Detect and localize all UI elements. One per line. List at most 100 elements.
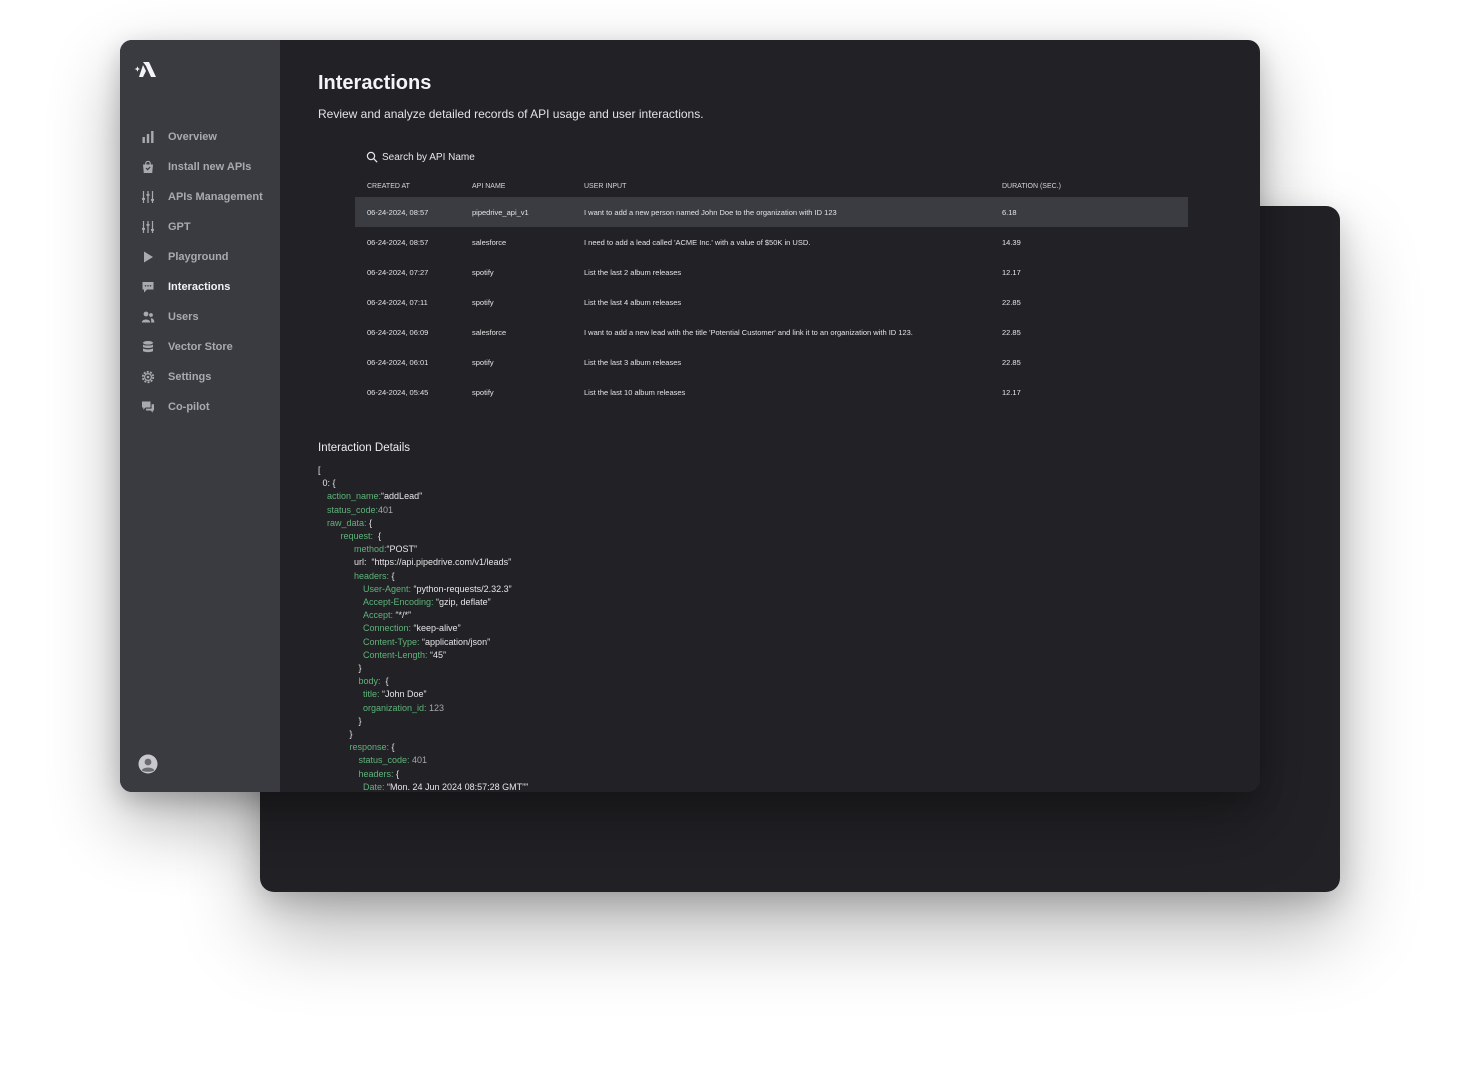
json-value: { (380, 676, 389, 687)
cell-created-at: 06-24-2024, 05:45 (367, 387, 429, 397)
json-value: { (393, 768, 400, 779)
json-value: “POST” (386, 544, 418, 555)
sidebar-item-apis-management[interactable]: APIs Management (120, 182, 280, 212)
table-row[interactable]: 06-24-2024, 06:09 salesforce I want to add… (355, 317, 1188, 347)
sidebar-item-label: Interactions (168, 281, 231, 293)
table-row[interactable]: 06-24-2024, 08:57 pipedrive_api_v1 I want … (355, 197, 1188, 227)
json-value: 123 (426, 702, 445, 713)
cell-user-input: I need to add a lead called 'ACME Inc.' … (584, 237, 811, 247)
json-value: { (373, 531, 382, 542)
json-key: status_code: (327, 504, 379, 515)
cell-user-input: List the last 3 album releases (584, 357, 682, 367)
table-row[interactable]: 06-24-2024, 07:11 spotify List the last 4 … (355, 287, 1188, 317)
json-line: } (318, 715, 528, 728)
sidebar: Overview Install new APIs APIs Management G… (120, 40, 280, 792)
json-line: request: { (318, 530, 528, 543)
json-value: 401 (409, 755, 428, 766)
main-content: Interactions Review and analyze detailed… (280, 40, 1260, 792)
search-icon (366, 151, 378, 163)
cell-duration: 22.85 (1002, 357, 1021, 367)
json-line: Accept-Encoding: “gzip, deflate” (318, 596, 528, 609)
bar-chart-icon (140, 129, 156, 145)
json-key: headers: (354, 570, 390, 581)
header-api-name[interactable]: API NAME (472, 183, 584, 190)
sidebar-item-gpt[interactable]: GPT (120, 212, 280, 242)
json-text: } (358, 663, 362, 674)
json-value: “keep-alive” (411, 623, 461, 634)
database-icon (140, 339, 156, 355)
cell-api-name: salesforce (472, 237, 507, 247)
sliders-icon (140, 189, 156, 205)
sidebar-item-label: GPT (168, 221, 191, 233)
sidebar-item-co-pilot[interactable]: Co-pilot (120, 392, 280, 422)
sidebar-item-interactions[interactable]: Interactions (120, 272, 280, 302)
sidebar-item-playground[interactable]: Playground (120, 242, 280, 272)
json-text: 0: { (322, 478, 336, 489)
json-line: } (318, 728, 528, 741)
json-line: headers: { (318, 570, 528, 583)
sidebar-item-vector-store[interactable]: Vector Store (120, 332, 280, 362)
cell-duration: 22.85 (1002, 297, 1021, 307)
json-value: “45” (427, 649, 447, 660)
cell-api-name: spotify (472, 267, 494, 277)
cell-user-input: I want to add a new lead with the title … (584, 327, 913, 337)
cell-created-at: 06-24-2024, 06:01 (367, 357, 429, 367)
sidebar-nav: Overview Install new APIs APIs Management G… (120, 122, 280, 422)
shopping-bag-icon (140, 159, 156, 175)
json-line: title: “John Doe” (318, 688, 528, 701)
json-text: } (349, 729, 353, 740)
header-duration[interactable]: DURATION (SEC.) (1002, 183, 1188, 190)
json-value: “addLead” (381, 491, 423, 502)
json-value: “*/*” (393, 610, 412, 621)
header-user-input[interactable]: USER INPUT (584, 183, 1002, 190)
play-icon (140, 249, 156, 265)
sidebar-item-label: Playground (168, 251, 229, 263)
json-key: User-Agent: (363, 583, 412, 594)
sidebar-item-label: Settings (168, 371, 212, 383)
json-key: organization_id: (363, 702, 427, 713)
json-line: url: “https://api.pipedrive.com/v1/leads… (318, 556, 528, 569)
table-row[interactable]: 06-24-2024, 07:27 spotify List the last 2 … (355, 257, 1188, 287)
cell-user-input: I want to add a new person named John Do… (584, 207, 837, 217)
cell-created-at: 06-24-2024, 08:57 (367, 237, 429, 247)
json-value: { (366, 517, 373, 528)
cell-api-name: salesforce (472, 327, 507, 337)
header-created-at[interactable]: CREATED AT (355, 183, 472, 190)
cell-duration: 12.17 (1002, 387, 1021, 397)
json-key: action_name: (327, 491, 382, 502)
search-input[interactable] (382, 151, 642, 163)
table-header: CREATED AT API NAME USER INPUT DURATION … (355, 175, 1188, 197)
json-key: Content-Length: (363, 649, 428, 660)
sidebar-item-label: Overview (168, 131, 217, 143)
users-icon (140, 309, 156, 325)
user-avatar-icon[interactable] (138, 754, 158, 774)
chat-bubble-icon (140, 279, 156, 295)
json-key: body: (358, 676, 381, 687)
json-key: Accept-Encoding: (363, 597, 434, 608)
json-key: status_code: (358, 755, 410, 766)
app-window: Overview Install new APIs APIs Management G… (120, 40, 1260, 792)
cell-created-at: 06-24-2024, 07:11 (367, 297, 428, 307)
cell-duration: 14.39 (1002, 237, 1021, 247)
json-line: headers: { (318, 768, 528, 781)
interaction-details-json: [0: {action_name:“addLead” status_code:40… (318, 464, 528, 792)
json-key: title: (363, 689, 380, 700)
app-logo-icon[interactable] (134, 60, 158, 78)
table-row[interactable]: 06-24-2024, 05:45 spotify List the last 10… (355, 377, 1188, 407)
json-value: “Mon. 24 Jun 2024 08:57:28 GMT”” (384, 781, 529, 792)
table-row[interactable]: 06-24-2024, 08:57 salesforce I need to add… (355, 227, 1188, 257)
chat-bubbles-icon (140, 399, 156, 415)
json-text: url: “https://api.pipedrive.com/v1/leads… (354, 557, 512, 568)
json-value: 401 (378, 504, 394, 515)
gear-icon (140, 369, 156, 385)
json-value: “python-requests/2.32.3” (411, 583, 512, 594)
table-row[interactable]: 06-24-2024, 06:01 spotify List the last 3 … (355, 347, 1188, 377)
sidebar-item-install-new-apis[interactable]: Install new APIs (120, 152, 280, 182)
cell-user-input: List the last 2 album releases (584, 267, 682, 277)
sidebar-item-users[interactable]: Users (120, 302, 280, 332)
cell-created-at: 06-24-2024, 07:27 (367, 267, 429, 277)
json-key: Connection: (363, 623, 412, 634)
sliders-icon (140, 219, 156, 235)
sidebar-item-overview[interactable]: Overview (120, 122, 280, 152)
sidebar-item-settings[interactable]: Settings (120, 362, 280, 392)
